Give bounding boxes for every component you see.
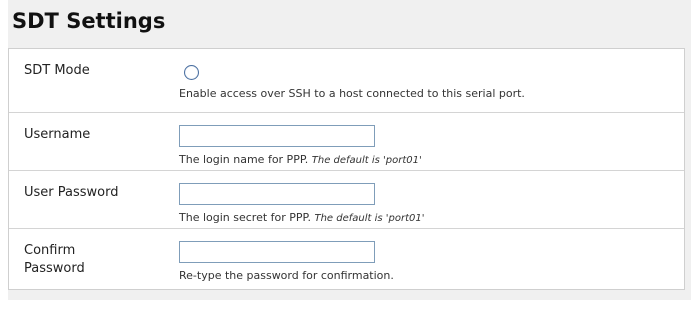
user-password-label: User Password xyxy=(24,185,119,200)
confirm-password-label-line2: Password xyxy=(24,261,85,276)
user-password-default-note: The default is 'port01' xyxy=(314,213,425,224)
confirm-password-input[interactable] xyxy=(179,241,375,263)
sdt-mode-label: SDT Mode xyxy=(24,63,90,78)
sdt-mode-help: Enable access over SSH to a host connect… xyxy=(179,87,525,100)
username-row: Username The login name for PPP. The def… xyxy=(9,113,684,171)
user-password-help-text: The login secret for PPP. xyxy=(179,211,315,224)
sdt-mode-row: SDT Mode Enable access over SSH to a hos… xyxy=(9,49,684,113)
user-password-row: User Password The login secret for PPP. … xyxy=(9,171,684,229)
username-input[interactable] xyxy=(179,125,375,147)
user-password-field: The login secret for PPP. The default is… xyxy=(179,183,676,226)
confirm-password-help: Re-type the password for confirmation. xyxy=(179,269,394,282)
confirm-password-label: Confirm Password xyxy=(24,242,164,278)
confirm-password-field: Re-type the password for confirmation. xyxy=(179,241,676,283)
sdt-settings-panel: SDT Settings SDT Mode Enable access over… xyxy=(8,0,691,300)
username-default-note: The default is 'port01' xyxy=(311,155,422,166)
user-password-help: The login secret for PPP. The default is… xyxy=(179,211,676,226)
sdt-mode-radio[interactable] xyxy=(184,65,199,80)
username-help: The login name for PPP. The default is '… xyxy=(179,153,676,168)
username-help-text: The login name for PPP. xyxy=(179,153,312,166)
settings-table: SDT Mode Enable access over SSH to a hos… xyxy=(8,48,685,290)
section-title: SDT Settings xyxy=(12,9,166,33)
username-field: The login name for PPP. The default is '… xyxy=(179,125,676,168)
user-password-input[interactable] xyxy=(179,183,375,205)
confirm-password-label-line1: Confirm xyxy=(24,243,76,258)
sdt-mode-field: Enable access over SSH to a host connect… xyxy=(179,61,676,101)
confirm-password-row: Confirm Password Re-type the password fo… xyxy=(9,229,684,289)
username-label: Username xyxy=(24,127,91,142)
